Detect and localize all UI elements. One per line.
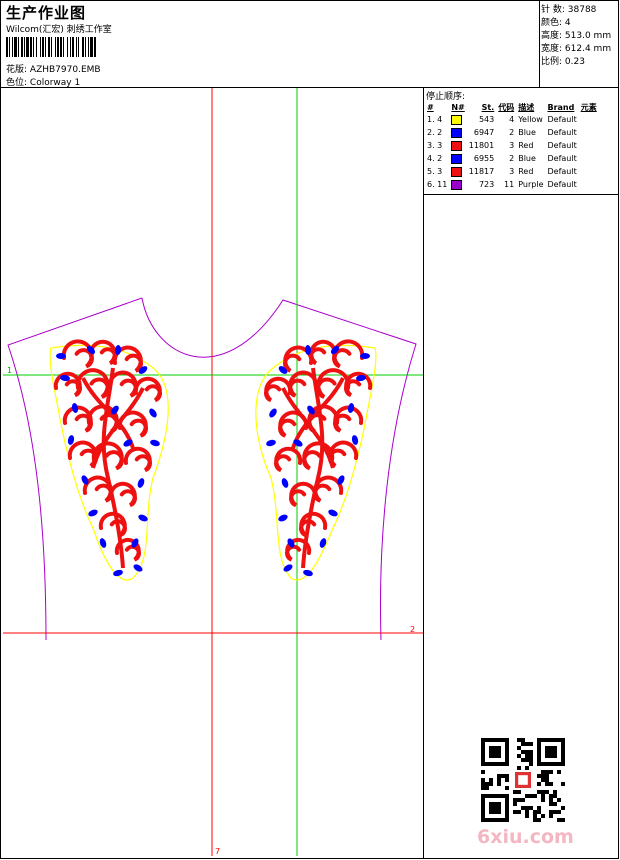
col-index: #	[427, 102, 434, 112]
left-embroidery-motif	[53, 339, 162, 577]
color-swatch	[451, 114, 463, 125]
sequence-row: 4. 2 6955 2 Blue Default	[427, 153, 577, 164]
stitch-count: 针 数: 38788	[541, 5, 597, 15]
colorway-value: Colorway 1	[29, 78, 81, 88]
sequence-bottom-line	[423, 194, 619, 195]
sequence-row: 2. 2 6947 2 Blue Default	[427, 127, 577, 138]
watermark-logo: 6xiu.com	[477, 826, 574, 848]
sequence-row: 6. 11 723 11 Purple Default	[427, 179, 577, 190]
sequence-divider	[423, 87, 424, 859]
studio-subtitle: Wilcom(汇宏) 刺绣工作室	[6, 25, 112, 35]
colorway-info: 色位: Colorway 1	[6, 75, 80, 88]
guide-label-bottom: 7	[215, 847, 220, 856]
col-code: 代码	[498, 102, 515, 112]
color-swatch	[451, 127, 463, 138]
color-swatch	[451, 140, 463, 151]
sequence-row: 1. 4 543 4 Yellow Default	[427, 114, 577, 125]
color-sequence-table: # N# St. 代码 描述 Brand 元素 1. 4 543 4 Yellow De…	[425, 101, 599, 191]
col-needle: N#	[451, 102, 465, 112]
color-swatch	[451, 153, 463, 164]
qr-code	[481, 738, 565, 822]
col-stitches: St.	[481, 102, 495, 112]
sequence-row: 5. 3 11817 3 Red Default	[427, 166, 577, 177]
design-filename: AZHB7970.EMB	[29, 65, 101, 75]
design-height: 高度: 513.0 mm	[541, 31, 612, 41]
col-brand: Brand	[547, 102, 575, 112]
color-swatch	[451, 166, 463, 177]
colorway-label: 色位:	[6, 78, 28, 88]
color-count: 颜色: 4	[541, 18, 571, 28]
guide-label-1: 1	[7, 366, 12, 375]
right-embroidery-motif	[264, 339, 373, 577]
guide-label-2: 2	[410, 625, 415, 634]
col-element: 元素	[580, 102, 597, 112]
embroidery-canvas: 1 2 7	[3, 88, 423, 856]
sequence-row: 3. 3 11801 3 Red Default	[427, 140, 577, 151]
col-description: 描述	[518, 102, 535, 112]
color-swatch	[451, 179, 463, 190]
stats-divider	[539, 0, 540, 87]
page-title: 生产作业图	[6, 4, 87, 22]
design-width: 宽度: 612.4 mm	[541, 44, 612, 54]
design-scale: 比例: 0.23	[541, 57, 585, 67]
barcode	[6, 37, 96, 57]
design-label: 花版:	[6, 65, 28, 75]
design-stats: 针 数: 38788 颜色: 4 高度: 513.0 mm 宽度: 612.4 …	[541, 4, 611, 69]
design-info: 花版: AZHB7970.EMB	[6, 62, 101, 75]
